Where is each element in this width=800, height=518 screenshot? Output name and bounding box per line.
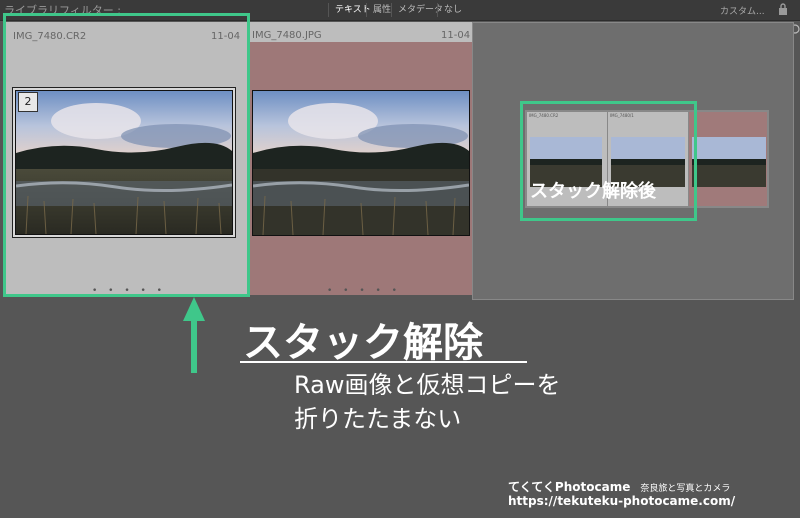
mini-photo: [692, 137, 766, 187]
watermark-title: てくてくPhotocame 奈良旅と写真とカメラ: [508, 478, 730, 495]
watermark-tagline: 奈良旅と写真とカメラ: [640, 484, 731, 494]
filter-tab-none[interactable]: なし: [437, 3, 468, 17]
raw-cell-highlight-box: [3, 13, 250, 297]
annotation-heading: スタック解除: [243, 320, 483, 366]
annotation-line-2: 折りたたまない: [294, 405, 462, 433]
cell-filename: IMG_7480.JPG: [252, 30, 322, 41]
lock-icon[interactable]: [778, 3, 788, 15]
watermark-url: https://tekuteku-photocame.com/: [508, 494, 736, 508]
watermark-site-name: てくてくPhotocame: [508, 480, 631, 494]
photo-thumbnail-jpg[interactable]: [252, 90, 470, 236]
inset-highlight-box: [520, 101, 697, 221]
cell-date: 11-04: [441, 30, 471, 41]
annotation-line-1: Raw画像と仮想コピーを: [294, 371, 561, 399]
filter-preset-custom[interactable]: カスタム...: [720, 4, 765, 17]
landscape-photo: [253, 91, 469, 235]
heading-underline: [240, 361, 527, 363]
cell-rating-dots[interactable]: • • • • •: [327, 286, 401, 296]
up-arrow-icon: [183, 297, 205, 373]
